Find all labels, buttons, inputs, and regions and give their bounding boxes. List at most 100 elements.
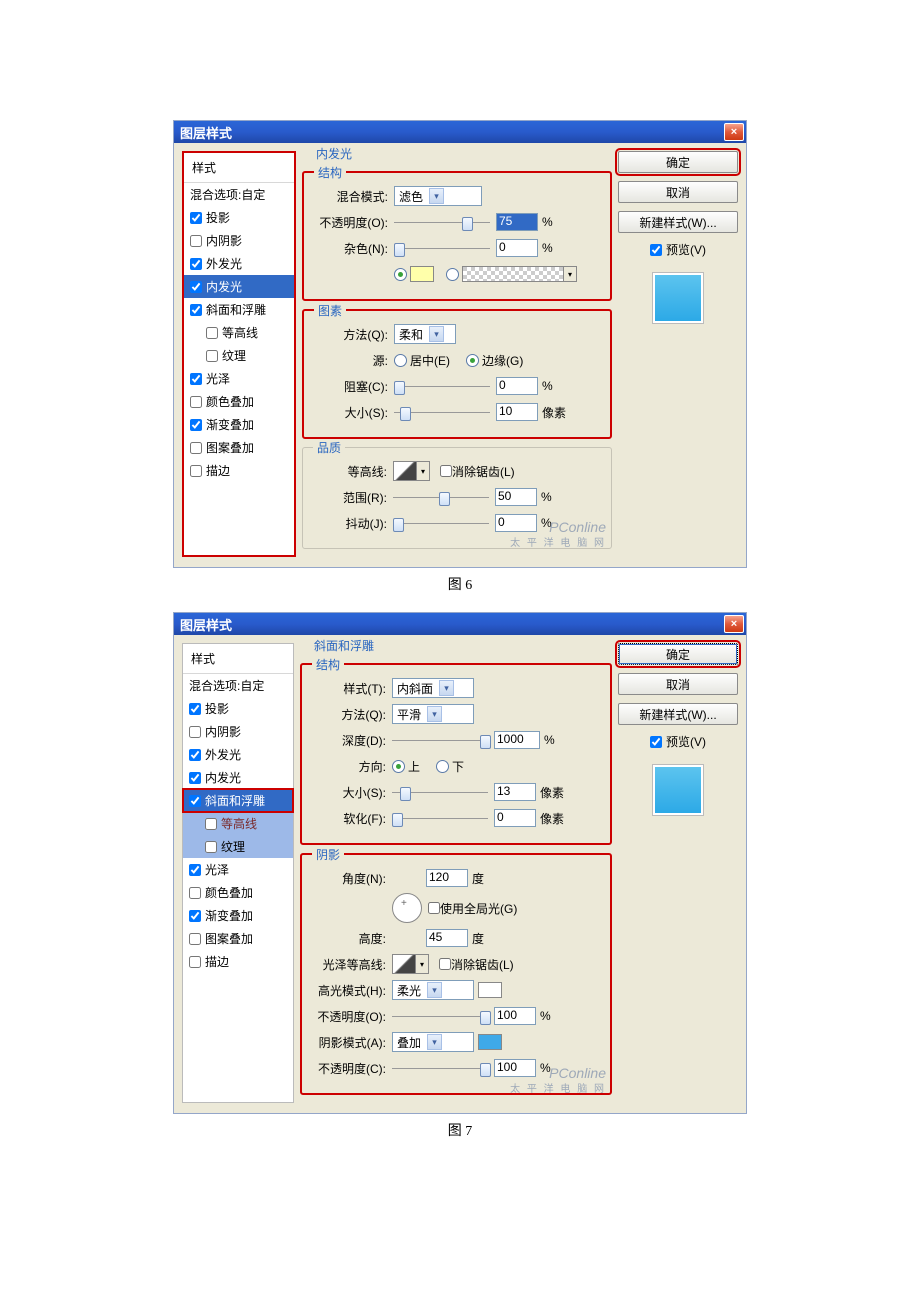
close-icon[interactable]: × — [724, 123, 744, 141]
jitter-input[interactable]: 0 — [495, 514, 537, 532]
shadow-opacity-input[interactable]: 100 — [494, 1059, 536, 1077]
size-slider[interactable] — [394, 405, 490, 419]
chevron-down-icon[interactable]: ▾ — [427, 706, 442, 722]
sidebar-item-contour-sub[interactable]: 等高线 — [184, 321, 294, 344]
jitter-slider[interactable] — [393, 516, 489, 530]
new-style-button[interactable]: 新建样式(W)... — [618, 703, 738, 725]
sidebar-item-color-overlay[interactable]: 颜色叠加 — [184, 390, 294, 413]
sidebar-item-pattern-overlay[interactable]: 图案叠加 — [183, 927, 293, 950]
sidebar-item-stroke[interactable]: 描边 — [184, 459, 294, 482]
soften-slider[interactable] — [392, 811, 488, 825]
drop-checkbox[interactable] — [190, 212, 202, 224]
inner-glow-checkbox[interactable] — [190, 281, 202, 293]
chevron-down-icon[interactable]: ▾ — [427, 1034, 442, 1050]
titlebar[interactable]: 图层样式 × — [174, 121, 746, 143]
depth-input[interactable]: 1000 — [494, 731, 540, 749]
source-edge-radio[interactable] — [466, 354, 479, 367]
soften-input[interactable]: 0 — [494, 809, 536, 827]
global-light-checkbox[interactable] — [428, 902, 440, 914]
gradient-picker[interactable] — [462, 266, 564, 282]
sidebar-item-inner-glow[interactable]: 内发光 — [183, 766, 293, 789]
direction-down-radio[interactable] — [436, 760, 449, 773]
sidebar-item-inner-glow[interactable]: 内发光 — [184, 275, 294, 298]
preview-toggle[interactable]: 预览(V) — [618, 733, 738, 750]
highlight-opacity-slider[interactable] — [392, 1009, 488, 1023]
color-swatch[interactable] — [410, 266, 434, 282]
sidebar-item-gradient-overlay[interactable]: 渐变叠加 — [184, 413, 294, 436]
satin-checkbox[interactable] — [190, 373, 202, 385]
sidebar-item-pattern-overlay[interactable]: 图案叠加 — [184, 436, 294, 459]
shadow-opacity-slider[interactable] — [392, 1061, 488, 1075]
sidebar-item-satin[interactable]: 光泽 — [183, 858, 293, 881]
blend-mode-select[interactable]: 滤色 ▾ — [394, 186, 482, 206]
chevron-down-icon[interactable]: ▾ — [427, 982, 442, 998]
outer-glow-checkbox[interactable] — [190, 258, 202, 270]
new-style-button[interactable]: 新建样式(W)... — [618, 211, 738, 233]
highlight-mode-select[interactable]: 柔光▾ — [392, 980, 474, 1000]
choke-slider[interactable] — [394, 379, 490, 393]
sidebar-item-color-overlay[interactable]: 颜色叠加 — [183, 881, 293, 904]
size-input[interactable]: 13 — [494, 783, 536, 801]
depth-slider[interactable] — [392, 733, 488, 747]
ok-button[interactable]: 确定 — [618, 151, 738, 173]
preview-toggle[interactable]: 预览(V) — [618, 241, 738, 258]
sidebar-item-texture-sub[interactable]: 纹理 — [183, 835, 293, 858]
cancel-button[interactable]: 取消 — [618, 673, 738, 695]
opacity-input[interactable]: 75 — [496, 213, 538, 231]
bevel-checkbox[interactable] — [190, 304, 202, 316]
sidebar-item-contour-sub[interactable]: 等高线 — [183, 812, 293, 835]
sidebar-item-outer-glow[interactable]: 外发光 — [183, 743, 293, 766]
stroke-checkbox[interactable] — [190, 465, 202, 477]
antialias-checkbox[interactable] — [440, 465, 452, 477]
angle-dial[interactable] — [392, 893, 422, 923]
preview-checkbox[interactable] — [650, 736, 662, 748]
range-input[interactable]: 50 — [495, 488, 537, 506]
direction-up-radio[interactable] — [392, 760, 405, 773]
texture-sub-checkbox[interactable] — [206, 350, 218, 362]
sidebar-item-outer-glow[interactable]: 外发光 — [184, 252, 294, 275]
opacity-slider[interactable] — [394, 215, 490, 229]
color-radio[interactable] — [394, 268, 407, 281]
sidebar-item-satin[interactable]: 光泽 — [184, 367, 294, 390]
preview-checkbox[interactable] — [650, 244, 662, 256]
source-center-radio[interactable] — [394, 354, 407, 367]
sidebar-item-blend[interactable]: 混合选项:自定 — [184, 183, 294, 206]
angle-input[interactable]: 120 — [426, 869, 468, 887]
chevron-down-icon[interactable]: ▾ — [429, 188, 444, 204]
color-overlay-checkbox[interactable] — [190, 396, 202, 408]
close-icon[interactable]: × — [724, 615, 744, 633]
sidebar-item-blend[interactable]: 混合选项:自定 — [183, 674, 293, 697]
gradient-overlay-checkbox[interactable] — [190, 419, 202, 431]
size-slider[interactable] — [392, 785, 488, 799]
noise-slider[interactable] — [394, 241, 490, 255]
sidebar-item-gradient-overlay[interactable]: 渐变叠加 — [183, 904, 293, 927]
noise-input[interactable]: 0 — [496, 239, 538, 257]
ok-button[interactable]: 确定 — [618, 643, 738, 665]
contour-dropdown-icon[interactable]: ▾ — [416, 461, 430, 481]
sidebar-item-bevel[interactable]: 斜面和浮雕 — [184, 298, 294, 321]
sidebar-item-texture-sub[interactable]: 纹理 — [184, 344, 294, 367]
size-input[interactable]: 10 — [496, 403, 538, 421]
cancel-button[interactable]: 取消 — [618, 181, 738, 203]
technique-select[interactable]: 柔和 ▾ — [394, 324, 456, 344]
gloss-contour-picker[interactable] — [392, 954, 416, 974]
style-select[interactable]: 内斜面▾ — [392, 678, 474, 698]
contour-sub-checkbox[interactable] — [206, 327, 218, 339]
shadow-mode-select[interactable]: 叠加▾ — [392, 1032, 474, 1052]
choke-input[interactable]: 0 — [496, 377, 538, 395]
pattern-overlay-checkbox[interactable] — [190, 442, 202, 454]
sidebar-item-drop[interactable]: 投影 — [184, 206, 294, 229]
sidebar-item-bevel[interactable]: 斜面和浮雕 — [183, 789, 293, 812]
inner-shadow-checkbox[interactable] — [190, 235, 202, 247]
highlight-color-swatch[interactable] — [478, 982, 502, 998]
range-slider[interactable] — [393, 490, 489, 504]
gloss-contour-dropdown-icon[interactable]: ▾ — [415, 954, 429, 974]
sidebar-item-inner-shadow[interactable]: 内阴影 — [184, 229, 294, 252]
gradient-dropdown-icon[interactable]: ▾ — [563, 266, 577, 282]
chevron-down-icon[interactable]: ▾ — [439, 680, 454, 696]
sidebar-item-inner-shadow[interactable]: 内阴影 — [183, 720, 293, 743]
sidebar-item-stroke[interactable]: 描边 — [183, 950, 293, 973]
antialias-checkbox[interactable] — [439, 958, 451, 970]
chevron-down-icon[interactable]: ▾ — [429, 326, 444, 342]
highlight-opacity-input[interactable]: 100 — [494, 1007, 536, 1025]
